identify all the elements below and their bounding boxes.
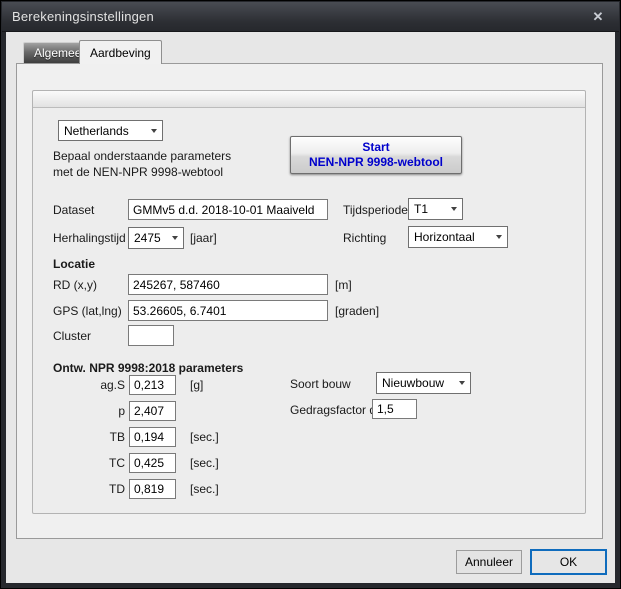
rd-input[interactable] (128, 274, 328, 295)
chevron-down-icon (496, 235, 502, 239)
country-select-value: Netherlands (64, 124, 129, 138)
cluster-label: Cluster (53, 329, 91, 343)
locatie-heading: Locatie (53, 257, 95, 271)
chevron-down-icon (151, 129, 157, 133)
tijdsperiode-select[interactable]: T1 (408, 198, 463, 220)
p-input[interactable] (129, 401, 176, 421)
tc-label: TC (53, 456, 125, 470)
chevron-down-icon (451, 207, 457, 211)
webtool-hint-line2: met de NEN-NPR 9998-webtool (53, 165, 223, 179)
chevron-down-icon (459, 381, 465, 385)
rd-label: RD (x,y) (53, 278, 97, 292)
herhalingstijd-select[interactable]: 2475 (128, 227, 184, 249)
start-webtool-button-line2: NEN-NPR 9998-webtool (309, 155, 443, 170)
herhalingstijd-unit: [jaar] (190, 231, 217, 245)
gps-input[interactable] (128, 300, 328, 321)
herhalingstijd-label: Herhalingstijd (53, 231, 126, 245)
settings-group-box: Netherlands Bepaal onderstaande paramete… (32, 90, 586, 514)
ok-button[interactable]: OK (530, 549, 607, 575)
country-select[interactable]: Netherlands (58, 120, 163, 141)
richting-label: Richting (343, 231, 386, 245)
td-label: TD (53, 482, 125, 496)
ag-s-label: ag.S (53, 378, 125, 392)
title-bar[interactable]: Berekeningsinstellingen ✕ (2, 2, 619, 32)
dialog-window: Berekeningsinstellingen ✕ Algemeen Aardb… (0, 0, 621, 589)
richting-select-value: Horizontaal (414, 230, 475, 244)
gedragsfactor-label: Gedragsfactor q (290, 403, 376, 417)
gps-label: GPS (lat,lng) (53, 304, 122, 318)
dataset-label: Dataset (53, 203, 94, 217)
chevron-down-icon (172, 236, 178, 240)
p-label: p (53, 404, 125, 418)
tb-unit: [sec.] (190, 430, 219, 444)
ag-s-input[interactable] (129, 375, 176, 395)
tc-input[interactable] (129, 453, 176, 473)
tab-aardbeving-label: Aardbeving (90, 46, 151, 60)
start-webtool-button[interactable]: Start NEN-NPR 9998-webtool (290, 136, 462, 174)
soort-bouw-select-value: Nieuwbouw (382, 376, 444, 390)
richting-select[interactable]: Horizontaal (408, 226, 508, 248)
cancel-button-label: Annuleer (465, 555, 513, 569)
tab-aardbeving[interactable]: Aardbeving (79, 40, 162, 64)
dialog-title: Berekeningsinstellingen (2, 9, 154, 24)
group-header-strip (33, 91, 585, 108)
tab-panel-aardbeving: Netherlands Bepaal onderstaande paramete… (16, 63, 603, 539)
tb-input[interactable] (129, 427, 176, 447)
td-input[interactable] (129, 479, 176, 499)
tijdsperiode-select-value: T1 (414, 202, 428, 216)
td-unit: [sec.] (190, 482, 219, 496)
ag-s-unit: [g] (190, 378, 203, 392)
gps-unit: [graden] (335, 304, 379, 318)
cancel-button[interactable]: Annuleer (456, 550, 522, 574)
rd-unit: [m] (335, 278, 352, 292)
close-icon[interactable]: ✕ (585, 2, 611, 32)
soort-bouw-label: Soort bouw (290, 377, 351, 391)
tb-label: TB (53, 430, 125, 444)
soort-bouw-select[interactable]: Nieuwbouw (376, 372, 471, 394)
gedragsfactor-input[interactable] (372, 399, 417, 419)
webtool-hint-line1: Bepaal onderstaande parameters (53, 149, 231, 163)
tijdsperiode-label: Tijdsperiode (343, 203, 408, 217)
cluster-input[interactable] (128, 325, 174, 346)
dialog-body: Algemeen Aardbeving Netherlands Bepaal o… (6, 32, 615, 583)
tc-unit: [sec.] (190, 456, 219, 470)
ok-button-label: OK (560, 555, 577, 569)
dataset-input[interactable] (128, 199, 328, 220)
start-webtool-button-line1: Start (362, 140, 389, 155)
herhalingstijd-select-value: 2475 (134, 231, 161, 245)
npr-heading: Ontw. NPR 9998:2018 parameters (53, 361, 243, 375)
